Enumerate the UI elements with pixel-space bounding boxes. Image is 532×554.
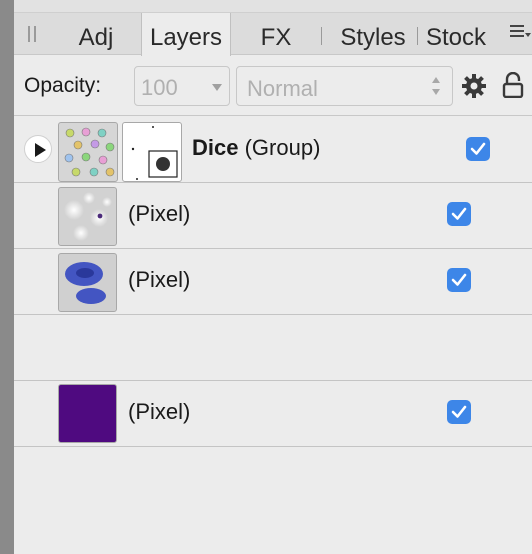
left-edge-strip: [0, 0, 14, 554]
visibility-checkbox[interactable]: [447, 268, 471, 292]
tab-adj[interactable]: Adj: [64, 13, 128, 55]
layer-row[interactable]: Dice (Group): [14, 117, 532, 183]
tab-bar: Adj Layers FX Styles Stock: [14, 13, 532, 56]
layer-toolbar: Opacity: 100 Normal: [14, 56, 532, 116]
layer-type: (Pixel): [128, 201, 191, 226]
tab-layers[interactable]: Layers: [141, 13, 231, 56]
opacity-label: Opacity:: [24, 74, 102, 97]
panel-grip-handle[interactable]: [28, 26, 36, 42]
layer-thumbnail: [58, 122, 118, 182]
opacity-value: 100: [141, 75, 178, 100]
layer-name: Dice (Group): [192, 135, 320, 161]
dropdown-arrow-icon: [212, 84, 222, 91]
panel-menu-icon[interactable]: [510, 25, 531, 45]
layer-row[interactable]: (Pixel): [14, 381, 532, 447]
layer-thumbnail: [58, 253, 117, 312]
blend-mode-value: Normal: [247, 76, 318, 101]
stepper-down-icon: [432, 89, 440, 95]
tab-fx[interactable]: FX: [246, 13, 306, 55]
layer-thumbnail: [58, 187, 117, 246]
gear-icon[interactable]: [462, 74, 486, 98]
visibility-checkbox[interactable]: [447, 400, 471, 424]
visibility-checkbox[interactable]: [447, 202, 471, 226]
tab-stock[interactable]: Stock: [420, 13, 492, 55]
expand-arrow-icon[interactable]: [24, 135, 52, 163]
stepper-up-icon: [432, 77, 440, 83]
layer-mask-thumbnail: [122, 122, 182, 182]
tab-separator: [417, 27, 418, 45]
tab-styles[interactable]: Styles: [327, 13, 419, 55]
layer-type: (Pixel): [128, 399, 191, 424]
layer-thumbnail: [58, 384, 117, 443]
tab-separator: [321, 27, 322, 45]
empty-layer-row: [14, 315, 532, 381]
blend-mode-select[interactable]: Normal: [236, 66, 453, 106]
lock-icon[interactable]: [502, 71, 524, 99]
layer-row[interactable]: (Pixel): [14, 249, 532, 315]
layer-title: Dice: [192, 135, 239, 160]
panel-title-strip: [14, 0, 532, 13]
visibility-checkbox[interactable]: [466, 137, 490, 161]
layer-row[interactable]: (Pixel): [14, 183, 532, 249]
layers-panel: Adj Layers FX Styles Stock Opacity: 100 …: [14, 0, 532, 554]
layer-type: (Group): [244, 135, 321, 160]
layer-type: (Pixel): [128, 267, 191, 292]
opacity-dropdown[interactable]: 100: [134, 66, 230, 106]
